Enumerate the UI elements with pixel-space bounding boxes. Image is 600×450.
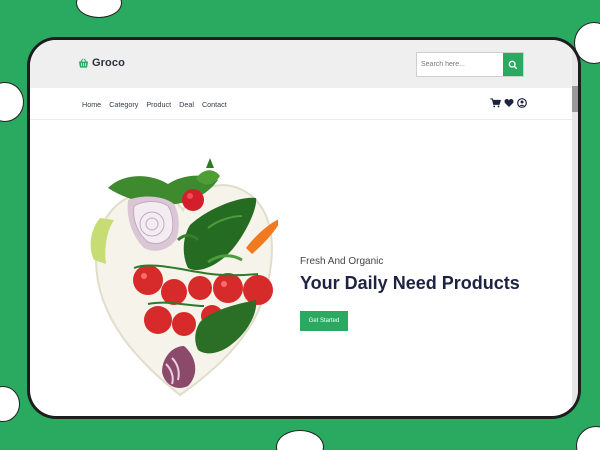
vegetables-heart-image xyxy=(90,158,278,397)
cart-icon[interactable] xyxy=(490,98,501,108)
navbar: Home Category Product Deal Contact xyxy=(30,88,572,120)
heart-icon[interactable] xyxy=(504,98,514,108)
basket-icon xyxy=(78,58,89,68)
get-started-button[interactable]: Get Started xyxy=(300,311,348,331)
nav-links: Home Category Product Deal Contact xyxy=(82,100,227,109)
logo-text: Groco xyxy=(92,57,125,69)
decorative-blob xyxy=(0,82,24,122)
search-box xyxy=(416,52,524,77)
search-input[interactable] xyxy=(417,53,503,76)
decorative-blob xyxy=(576,426,600,450)
nav-link-contact[interactable]: Contact xyxy=(202,100,227,109)
nav-link-home[interactable]: Home xyxy=(82,100,101,109)
user-icon[interactable] xyxy=(517,98,527,108)
decorative-blob xyxy=(76,0,122,18)
hero-text: Fresh And Organic Your Daily Need Produc… xyxy=(300,256,520,294)
search-icon xyxy=(508,60,518,69)
hero-title: Your Daily Need Products xyxy=(300,273,520,293)
decorative-blob xyxy=(0,386,20,422)
nav-link-deal[interactable]: Deal xyxy=(179,100,194,109)
scrollbar-thumb[interactable] xyxy=(572,86,578,112)
nav-link-category[interactable]: Category xyxy=(109,100,138,109)
header: Groco xyxy=(30,40,572,88)
scrollbar[interactable] xyxy=(572,40,578,416)
nav-link-product[interactable]: Product xyxy=(146,100,171,109)
browser-frame: Groco Home Category Product Deal Contact xyxy=(30,40,578,416)
decorative-blob xyxy=(276,430,324,450)
search-button[interactable] xyxy=(503,53,523,76)
hero-subtitle: Fresh And Organic xyxy=(300,256,384,267)
logo[interactable]: Groco xyxy=(78,57,125,69)
nav-icons xyxy=(490,98,527,108)
